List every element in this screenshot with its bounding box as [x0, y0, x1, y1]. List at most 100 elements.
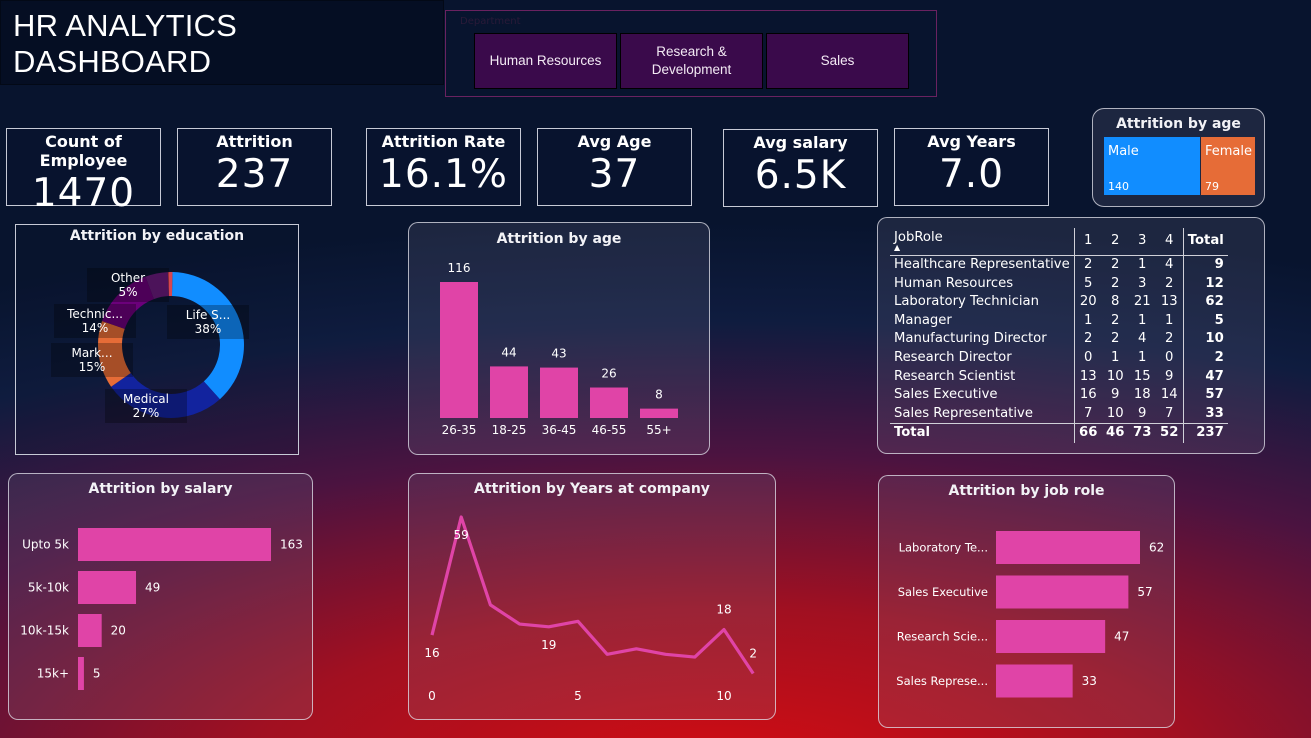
job-role-bar-value-label: 62 — [1149, 541, 1164, 555]
table-cell-value: 2 — [1111, 331, 1120, 347]
table-cell-value: 66 — [1074, 423, 1102, 443]
job-role-bar — [996, 664, 1073, 698]
table-row[interactable]: Laboratory Technician 20 8 21 13 62 — [890, 293, 1228, 312]
kpi-label: Avg Years — [927, 132, 1016, 151]
job-role-bar-plot: Laboratory Te... 62 Sales Executive 57 Resea… — [896, 531, 1164, 698]
table-row[interactable]: Healthcare Representative 2 2 1 4 9 — [890, 255, 1228, 275]
attrition-by-salary-chart: Attrition by salary Upto 5k 163 5k-10k 49 10… — [8, 473, 313, 720]
age-category-label: 46-55 — [592, 423, 627, 437]
salary-category-label: Upto 5k — [22, 538, 69, 552]
table-row[interactable]: Research Scientist 13 10 15 9 47 — [890, 367, 1228, 387]
table-cell-value: 73 — [1128, 423, 1156, 443]
table-cell-total: 47 — [1205, 368, 1224, 384]
table-cell-total: 5 — [1214, 312, 1224, 328]
column-header-3[interactable]: 3 — [1128, 228, 1156, 256]
column-header-total[interactable]: Total — [1183, 228, 1228, 256]
salary-bar-value-label: 49 — [145, 581, 160, 595]
years-x-tick-label: 10 — [716, 689, 731, 703]
salary-bar-value-label: 20 — [111, 624, 126, 638]
attrition-by-age-chart: Attrition by age 116 26-35 44 18-25 43 36-45 2… — [408, 222, 710, 455]
column-header-4[interactable]: 4 — [1155, 228, 1184, 256]
years-point-label: 16 — [424, 646, 439, 660]
table-cell-value: 1 — [1155, 311, 1184, 331]
salary-bar — [78, 571, 137, 604]
attrition-by-years-chart: Attrition by Years at company 16 59 19 18 2 0… — [408, 473, 776, 720]
table-cell-jobrole: Sales Executive — [890, 386, 1075, 405]
table-cell-value: 13 — [1155, 293, 1184, 312]
table-cell-value: 2 — [1155, 274, 1184, 294]
slice-percent-label: 15% — [79, 360, 106, 374]
kpi-count-of-employee: Count of Employee 1470 — [6, 128, 161, 216]
table-cell-jobrole: Sales Representative — [890, 404, 1075, 424]
job-role-bar — [996, 531, 1140, 564]
years-point-label: 18 — [716, 603, 731, 617]
column-header-1[interactable]: 1 — [1074, 228, 1102, 256]
job-role-bar-value-label: 47 — [1114, 630, 1129, 644]
table-cell-value: 1 — [1138, 257, 1147, 272]
table-cell-total: 2 — [1214, 349, 1224, 365]
slice-category-label: Technic... — [66, 307, 123, 321]
table-cell-value: 10 — [1106, 405, 1124, 421]
treemap-male[interactable]: Male 140 — [1104, 137, 1200, 195]
table-cell-value: 1 — [1084, 312, 1093, 328]
kpi-attrition: Attrition 237 — [177, 128, 332, 206]
kpi-label: Avg Age — [577, 132, 652, 151]
slicer-option-sales[interactable]: Sales — [766, 33, 909, 89]
slice-category-label: Life S... — [186, 308, 231, 322]
salary-bar — [78, 657, 84, 690]
chart-title: Attrition by age — [1116, 116, 1241, 132]
kpi-value: 237 — [215, 152, 294, 197]
title-panel: HR ANALYTICS DASHBOARD — [0, 0, 444, 85]
age-bar — [490, 366, 528, 418]
slice-category-label: Other — [111, 271, 145, 285]
job-role-bar — [996, 575, 1129, 609]
table-cell-value: 16 — [1079, 387, 1097, 403]
table-cell-value: 15 — [1133, 368, 1151, 384]
table-total-row[interactable]: Total 66 46 73 52 237 — [890, 423, 1228, 443]
table-cell-value: 2 — [1084, 257, 1093, 272]
slice-percent-label: 14% — [82, 321, 109, 335]
salary-bar-plot: Upto 5k 163 5k-10k 49 10k-15k 20 15k+ 5 — [20, 528, 303, 690]
treemap-female-value: 79 — [1205, 180, 1219, 193]
kpi-value: 7.0 — [938, 152, 1005, 197]
table-cell-value: 9 — [1111, 387, 1120, 403]
salary-bar — [78, 528, 271, 561]
table-cell-jobrole: Total — [890, 423, 1075, 443]
age-category-label: 36-45 — [542, 423, 577, 437]
salary-category-label: 15k+ — [37, 667, 69, 681]
column-header-jobrole[interactable]: JobRole ▲ — [890, 228, 1075, 256]
table-cell-total: 9 — [1214, 257, 1224, 272]
years-line-series — [430, 515, 755, 675]
dashboard-title: HR ANALYTICS DASHBOARD — [13, 8, 238, 79]
treemap-female-label: Female — [1205, 144, 1253, 159]
table-row[interactable]: Manager 1 2 1 1 5 — [890, 311, 1228, 331]
job-role-category-label: Research Scie... — [897, 630, 988, 644]
years-x-tick-label: 5 — [574, 689, 582, 703]
treemap-female[interactable]: Female 79 — [1201, 137, 1255, 195]
table-row[interactable]: Sales Executive 16 9 18 14 57 — [890, 386, 1228, 405]
attrition-by-job-role-chart: Attrition by job role Laboratory Te... 62… — [878, 475, 1175, 728]
slicer-option-research-development[interactable]: Research & Development — [620, 33, 763, 89]
age-bar-value-label: 26 — [601, 367, 616, 381]
table-cell-total: 237 — [1183, 423, 1228, 443]
table-row[interactable]: Research Director 0 1 1 0 2 — [890, 348, 1228, 368]
job-role-bar-value-label: 33 — [1082, 674, 1097, 688]
jobrole-table: JobRole ▲ 1 2 3 4 Total Healthcare Repres… — [890, 228, 1228, 443]
kpi-label: Count of Employee — [39, 132, 128, 170]
age-category-label: 55+ — [646, 423, 671, 437]
kpi-avg-years: Avg Years 7.0 — [894, 128, 1049, 206]
table-row[interactable]: Manufacturing Director 2 2 4 2 10 — [890, 330, 1228, 349]
slice-category-label: Mark... — [71, 346, 112, 360]
age-category-label: 26-35 — [442, 423, 477, 437]
years-point-label: 59 — [454, 528, 469, 542]
salary-category-label: 5k-10k — [28, 581, 69, 595]
column-header-2[interactable]: 2 — [1101, 228, 1129, 256]
table-cell-jobrole: Research Director — [890, 348, 1075, 368]
age-category-label: 18-25 — [492, 423, 527, 437]
slicer-option-human-resources[interactable]: Human Resources — [474, 33, 617, 89]
table-row[interactable]: Human Resources 5 2 3 2 12 — [890, 274, 1228, 294]
table-row[interactable]: Sales Representative 7 10 9 7 33 — [890, 404, 1228, 424]
kpi-label: Attrition Rate — [381, 132, 506, 151]
salary-category-label: 10k-15k — [20, 624, 69, 638]
table-cell-total: 12 — [1205, 275, 1224, 291]
